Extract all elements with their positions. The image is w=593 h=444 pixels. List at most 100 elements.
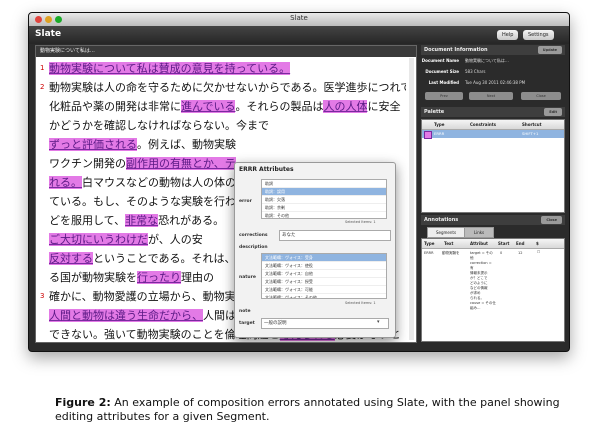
window-title: Slate: [290, 14, 308, 22]
text-line[interactable]: 2 動物実験は人の命を守るために欠かせないからである。医学進歩につれて、: [40, 78, 406, 97]
list-option[interactable]: 助詞：欠落: [262, 196, 386, 204]
selected-count-1: Selected Items: 1: [345, 220, 376, 224]
palette-col-shortcut: Shortcut: [522, 122, 542, 127]
doc-name-row: Document Name 動物実験について私は…: [421, 58, 509, 64]
line-number: 2: [40, 83, 45, 91]
error-label: error: [239, 199, 252, 204]
error-segment[interactable]: 反対する: [49, 252, 93, 265]
error-segment[interactable]: 人間と動物は違う生命だから、: [49, 309, 203, 322]
list-option[interactable]: 助詞: [262, 180, 386, 188]
update-button[interactable]: Update: [537, 46, 562, 54]
text-line[interactable]: ずっと評価される。例えば、動物実験: [40, 135, 406, 154]
ann-col-flag: $: [536, 241, 539, 246]
text-line[interactable]: 化粧品や薬の開発は非常に進んでいる。それらの製品は人の人体に安全: [40, 97, 406, 116]
error-segment[interactable]: れる。: [49, 176, 82, 189]
doc-name-value: 動物実験について私は…: [465, 58, 509, 63]
list-option[interactable]: 助詞：その他: [262, 212, 386, 218]
text-line[interactable]: かどうかを確認しなければならない。今まで: [40, 116, 406, 135]
list-option[interactable]: 助詞：余剰: [262, 204, 386, 212]
palette-col-type: Type: [434, 122, 445, 127]
palette-shortcut: SHIFT+1: [522, 131, 539, 136]
text-run: 人間は: [203, 309, 236, 322]
ann-attribute-line: correction = 有: [470, 261, 492, 270]
corrections-label: corrections: [239, 233, 268, 238]
prev-button[interactable]: Prev: [425, 92, 463, 100]
chevron-down-icon: ▾: [377, 319, 380, 325]
target-select[interactable]: 一般の説明: [261, 318, 389, 329]
color-swatch-icon: [424, 131, 432, 139]
ann-col-start: Start: [498, 241, 510, 246]
ann-text: 動物実験を: [442, 251, 460, 255]
document-pane: 動物実験について私は… 1 動物実験について私は賛成の意見を持っている。 2 動物実験…: [35, 45, 417, 343]
text-run: ワクチン開発の: [49, 157, 126, 170]
text-run: が、人の安: [148, 233, 203, 246]
note-label: note: [239, 309, 251, 314]
text-line[interactable]: 1 動物実験について私は賛成の意見を持っている。: [40, 59, 406, 78]
annotations-close-button[interactable]: Close: [541, 216, 562, 224]
ann-attribute-line: target = その他: [470, 251, 493, 260]
error-segment[interactable]: 進んでいる: [181, 100, 236, 113]
text-run: 化粧品や薬の開発は非常に: [49, 100, 181, 113]
palette-row[interactable]: ERRR SHIFT+1: [422, 130, 564, 139]
error-listbox[interactable]: 助詞 助詞：誤用 助詞：欠落 助詞：余剰 助詞：その他: [261, 179, 387, 219]
tab-segments[interactable]: Segments: [427, 227, 465, 238]
tab-links[interactable]: Links: [464, 227, 494, 238]
nature-label: nature: [239, 275, 256, 280]
caption-label: Figure 2:: [55, 396, 111, 409]
text-run: 動物実験は人の命を守るために欠かせないからである。医学進歩につれて、: [49, 81, 406, 94]
dialog-title: ERRR Attributes: [239, 166, 294, 173]
list-option[interactable]: 文法範疇：ヴォイス：可能: [262, 286, 386, 294]
list-option[interactable]: 文法範疇：ヴォイス：その他: [262, 294, 386, 298]
last-modified-value: Tue Aug 30 2011 02:46:38 PM: [465, 80, 526, 85]
doc-size-row: Document Size 583 Chars: [421, 69, 485, 74]
text-run: 確かに、動物愛護の立場から、動物実: [49, 290, 236, 303]
document-tab[interactable]: 動物実験について私は…: [36, 46, 416, 57]
text-run: 。例えば、動物実験: [137, 138, 236, 151]
side-panels: Document Information Update Document Nam…: [421, 45, 565, 342]
error-segment[interactable]: 副作用の有無とか、テ: [126, 157, 236, 170]
list-option[interactable]: 助詞：誤用: [262, 188, 386, 196]
ann-end: 12: [518, 251, 523, 255]
text-run: 。それらの製品は: [235, 100, 324, 113]
palette-edit-button[interactable]: Edit: [544, 108, 562, 116]
next-button[interactable]: Next: [469, 92, 513, 100]
error-segment[interactable]: ずっと評価される: [49, 138, 137, 151]
palette-header: Palette Edit: [421, 107, 565, 117]
text-run: る国が動物実験を: [49, 271, 137, 284]
figure-caption: Figure 2: An example of composition erro…: [55, 396, 575, 424]
list-option[interactable]: 文法範疇：ヴォイス：授受: [262, 278, 386, 286]
corrections-field[interactable]: あなた: [279, 230, 391, 241]
list-option[interactable]: 文法範疇：ヴォイス：自他: [262, 270, 386, 278]
settings-button[interactable]: Settings: [523, 30, 554, 40]
doc-info-header: Document Information Update: [421, 45, 565, 55]
error-segment[interactable]: ご大切にいうわけだ: [49, 233, 148, 246]
doc-name-key: Document Name: [421, 58, 459, 63]
ann-start: 0: [500, 251, 503, 255]
error-segment[interactable]: 動物実験について私は賛成の意見を持っている。: [49, 62, 291, 75]
ann-col-type: Type: [424, 241, 435, 246]
doc-size-value: 583 Chars: [465, 69, 486, 74]
help-button[interactable]: Help: [497, 30, 519, 40]
text-run: 恐れがある。: [158, 214, 225, 227]
ann-type: ERRR: [424, 251, 434, 255]
ann-checkbox[interactable]: ☐: [537, 250, 540, 255]
list-option[interactable]: 文法範疇：ヴォイス：使役: [262, 262, 386, 270]
attributes-dialog: ERRR Attributes error 助詞 助詞：誤用 助詞：欠落 助詞：余剰助…: [234, 162, 396, 338]
doc-size-key: Document Size: [425, 69, 459, 74]
error-segment[interactable]: 人の人体: [323, 100, 368, 113]
error-segment[interactable]: 非常な: [125, 214, 159, 227]
line-number: 1: [40, 64, 45, 72]
last-modified-key: Last Modified: [428, 80, 459, 85]
close-doc-button[interactable]: Close: [521, 92, 561, 100]
error-segment[interactable]: 行ったり: [137, 271, 181, 284]
doc-info-title: Document Information: [424, 47, 488, 53]
nature-listbox[interactable]: 文法範疇：ヴォイス：受身 文法範疇：ヴォイス：使役 文法範疇：ヴォイス：自他 文法範疇…: [261, 253, 387, 299]
list-option[interactable]: 文法範疇：ヴォイス：受身: [262, 254, 386, 262]
app-header: Slate Help Settings: [29, 26, 569, 44]
document-scrollbar[interactable]: [409, 58, 414, 340]
palette-table: Type Constraints Shortcut ERRR SHIFT+1: [421, 119, 565, 213]
ann-col-end: End: [516, 241, 525, 246]
caption-text: An example of composition errors annotat…: [55, 396, 560, 423]
text-run: ということである。それは、: [93, 252, 236, 265]
text-run: 理由の: [181, 271, 214, 284]
